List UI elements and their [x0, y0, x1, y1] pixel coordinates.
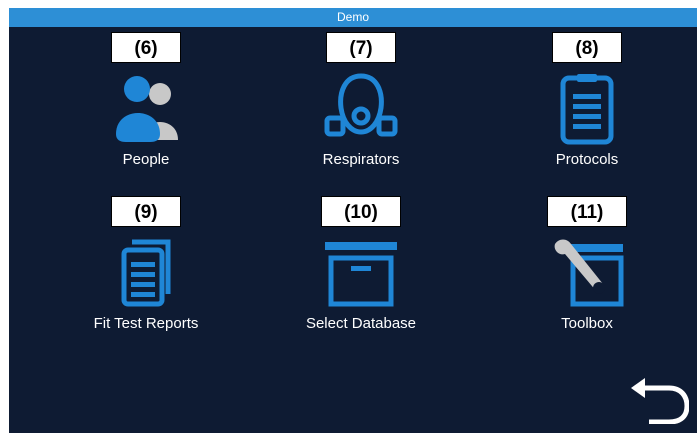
app-screen: Demo (6) People (7) Respirators (8) Prot… — [9, 8, 697, 433]
select-database-label: Select Database — [305, 315, 417, 332]
fit-test-reports-label: Fit Test Reports — [93, 315, 199, 332]
callout-tag: (11) — [547, 196, 627, 227]
callout-tag: (6) — [111, 32, 181, 63]
protocols-tile[interactable]: (8) Protocols — [497, 32, 677, 182]
callout-tag: (9) — [111, 196, 181, 227]
archive-box-icon — [325, 242, 397, 307]
callout-tag: (8) — [552, 32, 622, 63]
back-arrow-icon[interactable] — [629, 376, 689, 424]
people-icon — [116, 76, 178, 142]
select-database-tile[interactable]: (10) Select Database — [271, 196, 451, 346]
respirators-tile[interactable]: (7) Respirators — [271, 32, 451, 182]
toolbox-tile[interactable]: (11) Toolbox — [497, 196, 677, 346]
people-tile[interactable]: (6) People — [56, 32, 236, 182]
window-title: Demo — [9, 8, 697, 27]
fit-test-reports-tile[interactable]: (9) Fit Test Reports — [56, 196, 236, 346]
toolbox-label: Toolbox — [561, 315, 613, 332]
clipboard-icon — [560, 74, 614, 145]
respirator-mask-icon — [324, 73, 398, 137]
callout-tag: (10) — [321, 196, 401, 227]
respirators-label: Respirators — [322, 151, 400, 168]
people-label: People — [122, 151, 170, 168]
toolbox-icon — [554, 239, 624, 307]
documents-icon — [121, 239, 171, 307]
protocols-label: Protocols — [555, 151, 619, 168]
callout-tag: (7) — [326, 32, 396, 63]
